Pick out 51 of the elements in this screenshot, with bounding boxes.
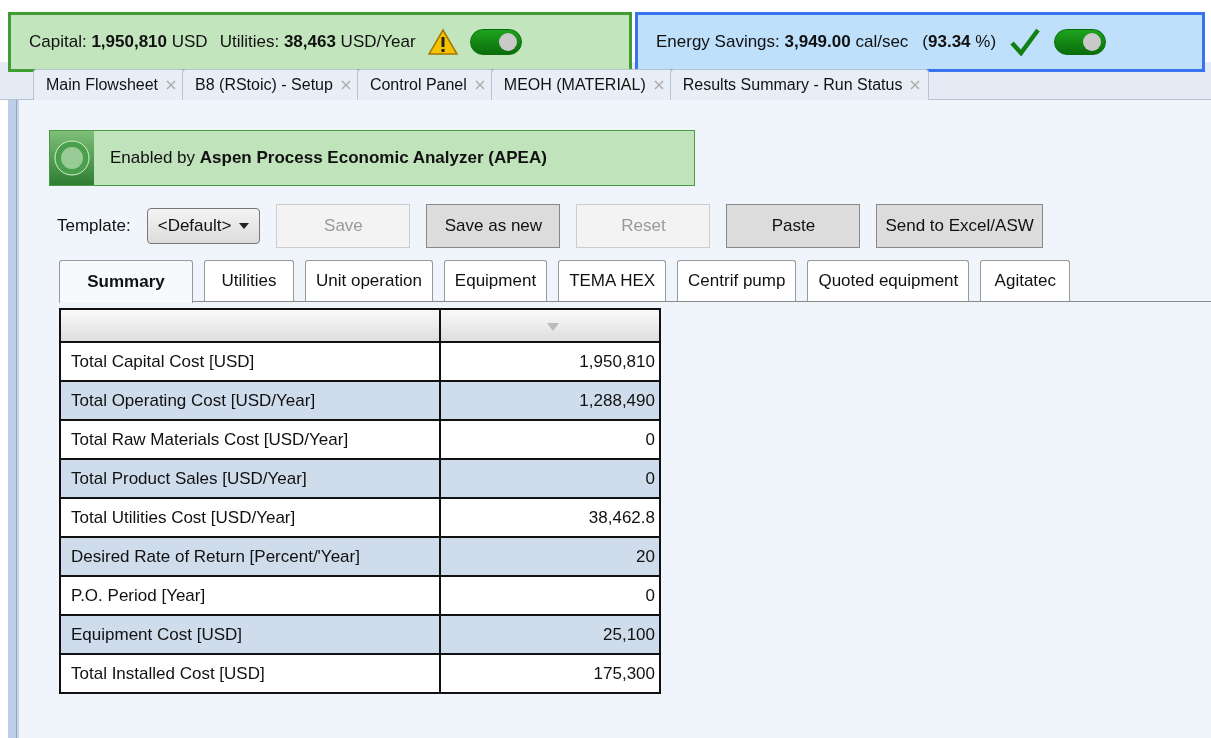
section-tab[interactable]: Unit operation <box>305 260 433 301</box>
template-dropdown[interactable]: <Default> <box>146 208 261 244</box>
section-tab[interactable]: Agitatec <box>980 260 1071 301</box>
dropdown-arrow-icon <box>239 223 250 229</box>
table-cell: 20 <box>440 537 660 576</box>
banner-text: Enabled by Aspen Process Economic Analyzer (APEA) <box>109 148 547 168</box>
toggle-switch[interactable] <box>1054 29 1107 55</box>
status-text: Utilities: 38,463 USD/Year <box>219 32 416 52</box>
table-cell: Equipment Cost [USD] <box>60 615 440 654</box>
status-text: (93.34 %) <box>922 32 997 52</box>
table-cell: 38,462.8 <box>440 498 660 537</box>
close-icon[interactable] <box>166 80 177 90</box>
table-cell: Total Raw Materials Cost [USD/Year] <box>60 420 440 459</box>
table-cell: Total Product Sales [USD/Year] <box>60 459 440 498</box>
table-cell: Total Operating Cost [USD/Year] <box>60 381 440 420</box>
check-icon <box>1010 28 1041 56</box>
status-text: Capital: 1,950,810 USD <box>29 32 208 52</box>
sort-arrow-icon[interactable] <box>547 322 559 331</box>
template-label: Template: <box>57 216 131 236</box>
section-tab[interactable]: Equipment <box>443 260 548 301</box>
section-tab[interactable]: Summary <box>59 260 193 303</box>
toolbar-button[interactable]: Send to Excel/ASW <box>876 204 1043 248</box>
toolbar-button[interactable]: Save as new <box>426 204 561 248</box>
toolbar-button[interactable]: Paste <box>726 204 861 248</box>
document-tab[interactable]: MEOH (MATERIAL) <box>490 69 673 100</box>
table-cell: 1,288,490 <box>440 381 660 420</box>
table-cell: 25,100 <box>440 615 660 654</box>
table-cell: 175,300 <box>440 654 660 693</box>
document-tab[interactable]: Results Summary - Run Status <box>669 69 930 100</box>
section-tab[interactable]: Utilities <box>204 260 294 301</box>
close-icon[interactable] <box>474 80 485 90</box>
table-cell: 0 <box>440 576 660 615</box>
section-tab[interactable]: Centrif pump <box>677 260 797 301</box>
section-tab[interactable]: Quoted equipment <box>807 260 970 301</box>
close-icon[interactable] <box>910 80 921 90</box>
table-cell: 1,950,810 <box>440 342 660 381</box>
table-cell: P.O. Period [Year] <box>60 576 440 615</box>
status-text: Energy Savings: 3,949.00 cal/sec <box>656 32 909 52</box>
table-cell: Total Capital Cost [USD] <box>60 342 440 381</box>
toggle-switch[interactable] <box>469 29 522 55</box>
table-cell: 0 <box>440 420 660 459</box>
document-tab[interactable]: B8 (RStoic) - Setup <box>182 69 360 100</box>
table-cell: Total Installed Cost [USD] <box>60 654 440 693</box>
table-cell: 0 <box>440 459 660 498</box>
warning-icon <box>427 28 458 56</box>
table-cell: Total Utilities Cost [USD/Year] <box>60 498 440 537</box>
close-icon[interactable] <box>653 80 664 90</box>
section-tab[interactable]: TEMA HEX <box>558 260 667 301</box>
table-cell: Desired Rate of Return [Percent/'Year] <box>60 537 440 576</box>
document-tab[interactable]: Control Panel <box>356 69 494 100</box>
close-icon[interactable] <box>340 80 351 90</box>
